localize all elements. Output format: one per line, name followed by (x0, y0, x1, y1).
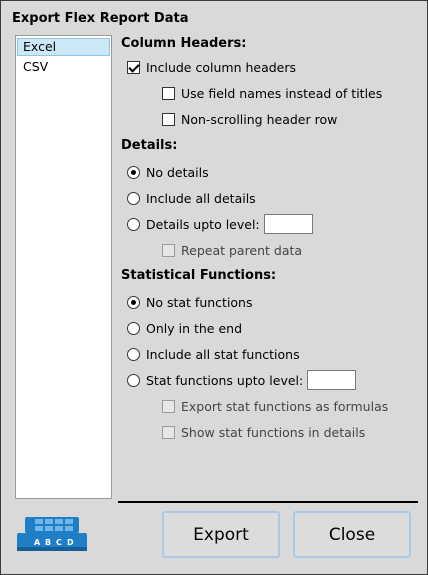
non-scrolling-header-checkbox[interactable] (162, 112, 175, 126)
flex-grid-logo-icon: A B C D (17, 517, 87, 551)
details-heading: Details: (121, 138, 178, 153)
repeat-parent-data-checkbox[interactable] (162, 243, 175, 257)
logo-letter-a: A (34, 538, 41, 547)
include-column-headers-label: Include column headers (146, 59, 297, 75)
show-in-details-option[interactable]: Show stat functions in details (162, 423, 365, 441)
only-in-end-option[interactable]: Only in the end (127, 319, 242, 337)
use-field-names-label: Use field names instead of titles (181, 85, 383, 101)
format-item-csv[interactable]: CSV (17, 58, 110, 76)
stat-functions-upto-level-option[interactable]: Stat functions upto level: (127, 370, 357, 390)
column-headers-heading: Column Headers: (121, 36, 247, 51)
only-in-end-radio[interactable] (127, 321, 140, 335)
details-level-input[interactable] (263, 214, 313, 234)
details-upto-level-option[interactable]: Details upto level: (127, 214, 313, 234)
export-button[interactable]: Export (162, 511, 280, 558)
include-all-details-label: Include all details (146, 190, 256, 206)
repeat-parent-data-option[interactable]: Repeat parent data (162, 241, 302, 259)
stat-level-input[interactable] (307, 370, 357, 390)
stat-functions-heading: Statistical Functions: (121, 268, 277, 283)
include-all-details-radio[interactable] (127, 191, 140, 205)
no-details-radio[interactable] (127, 165, 140, 179)
use-field-names-checkbox[interactable] (162, 86, 175, 100)
show-in-details-label: Show stat functions in details (181, 424, 366, 440)
export-as-formulas-checkbox[interactable] (162, 399, 175, 413)
divider (118, 501, 418, 503)
export-dialog: Export Flex Report Data Excel CSV Column… (0, 0, 428, 575)
export-as-formulas-option[interactable]: Export stat functions as formulas (162, 397, 388, 415)
logo-letter-d: D (67, 538, 74, 547)
dialog-title: Export Flex Report Data (12, 11, 189, 26)
export-as-formulas-label: Export stat functions as formulas (181, 398, 389, 414)
include-column-headers-option[interactable]: Include column headers (127, 58, 296, 76)
no-details-label: No details (146, 164, 209, 180)
include-all-stat-functions-radio[interactable] (127, 347, 140, 361)
only-in-end-label: Only in the end (146, 320, 243, 336)
include-all-stat-functions-label: Include all stat functions (146, 346, 300, 362)
show-in-details-checkbox[interactable] (162, 425, 175, 439)
no-stat-functions-radio[interactable] (127, 295, 140, 309)
repeat-parent-data-label: Repeat parent data (181, 242, 303, 258)
no-details-option[interactable]: No details (127, 163, 209, 181)
include-all-details-option[interactable]: Include all details (127, 189, 256, 207)
use-field-names-option[interactable]: Use field names instead of titles (162, 84, 382, 102)
non-scrolling-header-option[interactable]: Non-scrolling header row (162, 110, 337, 128)
no-stat-functions-label: No stat functions (146, 294, 253, 310)
format-list[interactable]: Excel CSV (15, 35, 112, 499)
logo-letter-b: B (45, 538, 51, 547)
close-button[interactable]: Close (293, 511, 411, 558)
logo-letter-c: C (56, 538, 62, 547)
stat-functions-upto-level-radio[interactable] (127, 373, 140, 387)
stat-functions-upto-level-label: Stat functions upto level: (146, 372, 304, 388)
details-upto-level-label: Details upto level: (146, 216, 260, 232)
no-stat-functions-option[interactable]: No stat functions (127, 293, 253, 311)
include-all-stat-functions-option[interactable]: Include all stat functions (127, 345, 300, 363)
format-item-excel[interactable]: Excel (17, 38, 110, 56)
details-upto-level-radio[interactable] (127, 217, 140, 231)
include-column-headers-checkbox[interactable] (127, 60, 140, 74)
non-scrolling-header-label: Non-scrolling header row (181, 111, 338, 127)
